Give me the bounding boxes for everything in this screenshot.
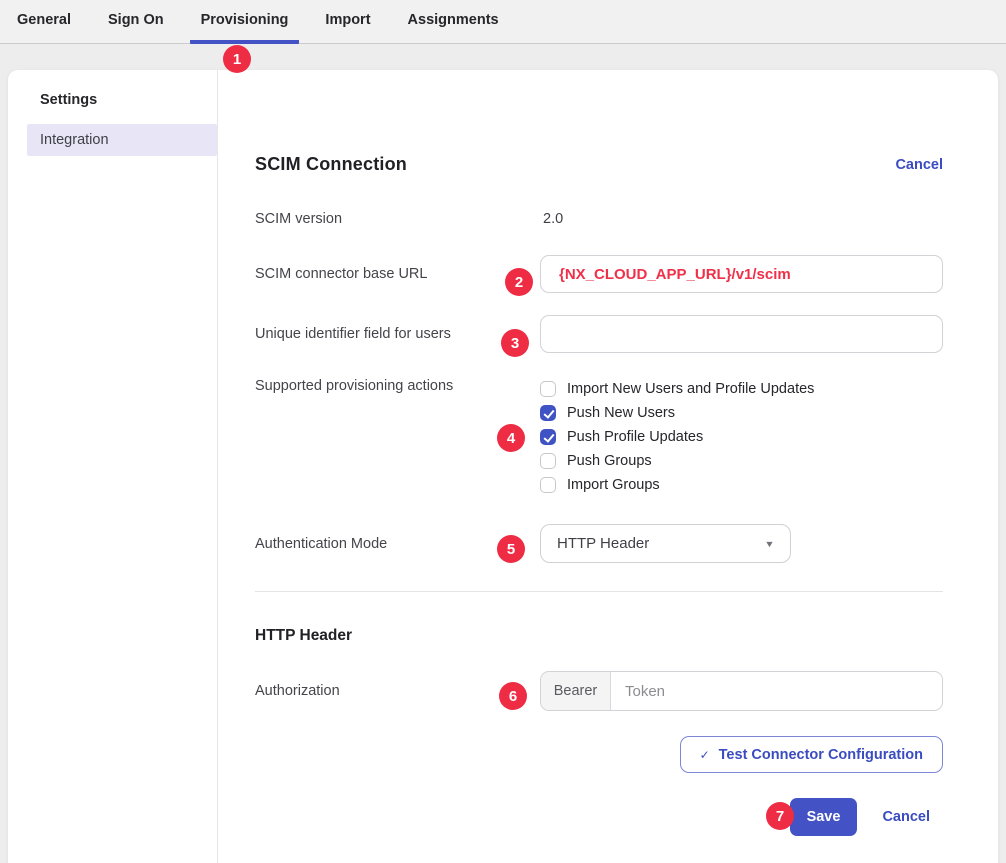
checkbox-push-groups[interactable]: Push Groups [540,449,943,473]
sidebar-item-integration[interactable]: Integration [27,124,217,156]
annotation-badge-7: 7 [766,802,794,830]
authentication-mode-select[interactable]: HTTP Header ▼ [540,524,791,563]
section-divider [255,591,943,592]
checkbox-import-groups[interactable]: Import Groups [540,473,943,497]
tab-assignments[interactable]: Assignments [397,0,510,44]
page-title: SCIM Connection [255,154,407,175]
checkbox-icon [540,381,556,397]
annotation-badge-6: 6 [499,682,527,710]
tab-general[interactable]: General [6,0,82,44]
tab-provisioning[interactable]: Provisioning [190,0,300,44]
checkbox-icon [540,429,556,445]
checkbox-icon [540,453,556,469]
checkbox-push-new-users[interactable]: Push New Users [540,401,943,425]
scim-version-label: SCIM version [255,211,540,227]
checkbox-import-new-users-profile-updates[interactable]: Import New Users and Profile Updates [540,377,943,401]
scim-connection-form: SCIM Connection Cancel SCIM version 2.0 … [218,70,998,863]
save-button[interactable]: Save [790,798,858,836]
sidebar-heading: Settings [8,92,217,108]
authentication-mode-value: HTTP Header [557,535,649,552]
annotation-badge-3: 3 [501,329,529,357]
test-connector-configuration-button[interactable]: ✓ Test Connector Configuration [680,736,943,773]
scim-version-value: 2.0 [540,211,943,227]
authorization-input-group: Bearer [540,671,943,711]
unique-identifier-input[interactable] [540,315,943,353]
provisioning-card: Settings Integration SCIM Connection Can… [8,70,998,863]
http-header-section-heading: HTTP Header [255,627,943,645]
unique-identifier-label: Unique identifier field for users [255,326,540,342]
annotation-badge-5: 5 [497,535,525,563]
authorization-label: Authorization [255,683,540,699]
check-icon: ✓ [700,748,710,762]
settings-sidebar: Settings Integration [8,70,218,863]
token-input[interactable] [611,672,942,710]
footer-cancel-link[interactable]: Cancel [882,809,930,825]
header-cancel-link[interactable]: Cancel [895,157,943,173]
base-url-label: SCIM connector base URL [255,266,540,282]
provisioning-actions-list: Import New Users and Profile Updates Pus… [540,375,943,497]
tab-import[interactable]: Import [314,0,381,44]
chevron-down-icon: ▼ [764,539,775,549]
checkbox-icon [540,405,556,421]
app-tabbar: General Sign On Provisioning Import Assi… [0,0,1006,44]
provisioning-actions-label: Supported provisioning actions [255,375,540,394]
base-url-input[interactable] [540,255,943,293]
bearer-prefix: Bearer [541,672,611,710]
checkbox-push-profile-updates[interactable]: Push Profile Updates [540,425,943,449]
checkbox-icon [540,477,556,493]
annotation-badge-1: 1 [223,45,251,73]
tab-sign-on[interactable]: Sign On [97,0,175,44]
annotation-badge-4: 4 [497,424,525,452]
annotation-badge-2: 2 [505,268,533,296]
